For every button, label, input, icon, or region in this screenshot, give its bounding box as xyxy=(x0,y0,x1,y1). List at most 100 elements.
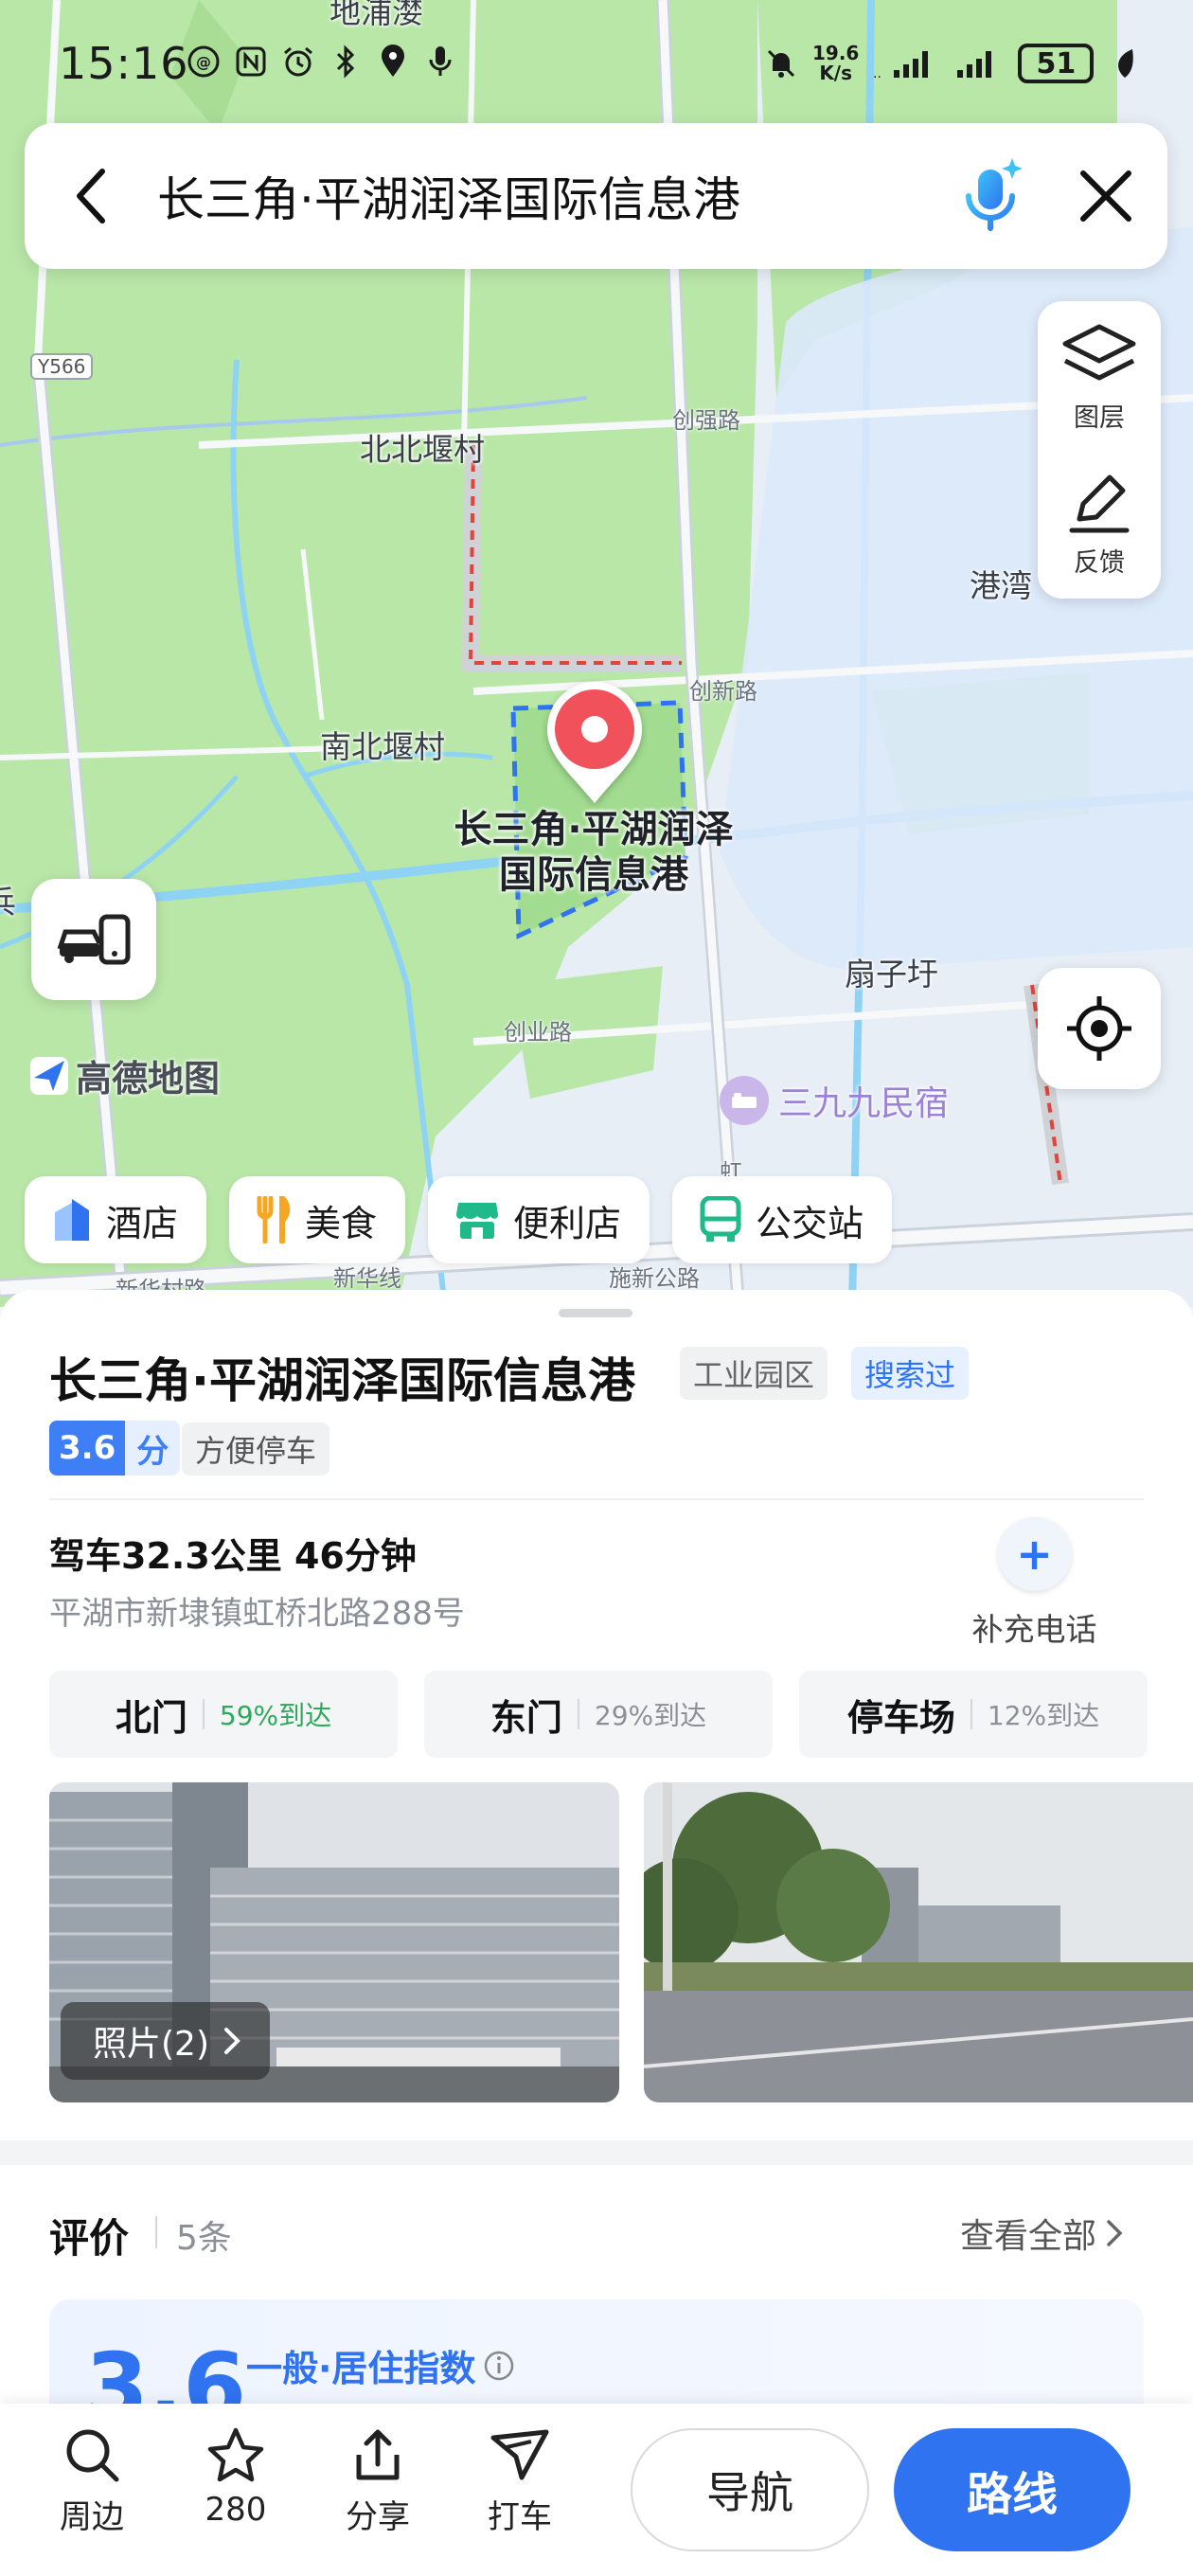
drive-info: 驾车32.3公里 46分钟 xyxy=(49,1535,417,1577)
status-time: 15:16 xyxy=(59,38,189,89)
chip-food-label: 美食 xyxy=(305,1202,378,1244)
mute-icon xyxy=(763,45,799,81)
star-icon xyxy=(207,2427,264,2482)
chip-food[interactable]: 美食 xyxy=(229,1176,406,1263)
svg-text:@: @ xyxy=(196,53,211,71)
place-detail-sheet[interactable]: 长三角·平湖润泽国际信息港 工业园区 搜索过 3.6 分 方便停车 驾车32.3… xyxy=(0,1290,1193,2140)
car-phone-icon xyxy=(57,914,131,965)
photo-count-label[interactable]: 照片(2) xyxy=(61,2002,270,2080)
feedback-label: 反馈 xyxy=(1074,547,1125,578)
road-label-chuangxin: 创新路 xyxy=(689,678,757,705)
amap-logo-text: 高德地图 xyxy=(76,1058,221,1100)
map-side-panel: 图层 反馈 xyxy=(1038,301,1161,599)
route-button[interactable]: 路线 xyxy=(894,2428,1131,2551)
amap-logo: 高德地图 xyxy=(28,1049,220,1101)
entrance-separator xyxy=(202,1699,205,1729)
entrance-arrival-rate: 59%到达 xyxy=(219,1700,332,1731)
entrance-name: 东门 xyxy=(490,1696,562,1739)
navigate-button[interactable]: 导航 xyxy=(631,2428,869,2551)
share-icon xyxy=(356,2429,400,2480)
review-level-text: 一般·居住指数 xyxy=(246,2348,476,2389)
place-address[interactable]: 平湖市新埭镇虹桥北路288号 xyxy=(49,1587,465,1634)
map-view[interactable]: Y566 创强路 创新路 创业路 虹桥北路 新华线 新华村路 施新公路 地浦漤 … xyxy=(0,0,1193,1307)
layers-icon xyxy=(1062,324,1136,380)
amap-logo-icon xyxy=(30,1056,68,1095)
poi-pin-marker[interactable] xyxy=(542,678,648,811)
close-button[interactable] xyxy=(1044,123,1167,269)
locate-me-button[interactable] xyxy=(1038,968,1161,1089)
poi-map-label: 长三角·平湖润泽 国际信息港 xyxy=(428,807,759,898)
homestay-label: 三九九民宿 xyxy=(778,1084,950,1123)
category-chips: 酒店 美食 便利店 公交站 xyxy=(25,1176,893,1263)
homestay-icon xyxy=(720,1076,769,1125)
road-label-y566: Y566 xyxy=(30,353,94,380)
entrance-list: 北门 59%到达 东门 29%到达 停车场 12%到达 xyxy=(49,1671,1148,1758)
photo-gallery[interactable]: 照片(2) xyxy=(49,1782,1193,2102)
entrance-east[interactable]: 东门 29%到达 xyxy=(424,1671,773,1758)
entrance-arrival-rate: 12%到达 xyxy=(987,1700,1100,1731)
plus-icon: + xyxy=(997,1517,1072,1591)
voice-search-button[interactable] xyxy=(940,123,1044,269)
signal-1-icon: .. xyxy=(872,45,938,81)
search-icon xyxy=(66,2429,119,2482)
favorite-button[interactable]: 280 xyxy=(184,2426,288,2529)
photo-count-text: 照片(2) xyxy=(93,2025,209,2064)
svg-text:..: .. xyxy=(873,66,881,80)
mic-status-icon xyxy=(422,44,458,80)
net-speed-unit: K/s xyxy=(819,62,853,84)
searched-tag: 搜索过 xyxy=(851,1347,970,1400)
place-title: 长三角·平湖润泽国际信息港 xyxy=(49,1353,635,1408)
favorite-count: 280 xyxy=(205,2491,267,2529)
rating-badge: 3.6 分 xyxy=(49,1421,181,1476)
nfc-icon xyxy=(233,44,269,80)
entrance-name: 北门 xyxy=(115,1696,187,1739)
fork-knife-icon xyxy=(257,1196,291,1243)
pencil-icon xyxy=(1069,474,1130,532)
microphone-icon xyxy=(966,158,1023,231)
photo-1[interactable]: 照片(2) xyxy=(49,1782,619,2102)
chip-hotel-label: 酒店 xyxy=(106,1202,179,1244)
map-label-north-village: 北北堰村 xyxy=(360,431,485,468)
view-all-reviews-link[interactable]: 查看全部 xyxy=(960,2209,1123,2258)
search-bar[interactable]: 长三角·平湖润泽国际信息港 xyxy=(25,123,1167,269)
taxi-label: 打车 xyxy=(488,2498,552,2536)
add-phone-button[interactable]: + 补充电话 xyxy=(956,1517,1113,1650)
chip-convenience-store[interactable]: 便利店 xyxy=(428,1176,650,1263)
entrance-separator xyxy=(577,1699,579,1729)
status-right-icons: 19.6 K/s .. 51 xyxy=(763,44,1143,83)
layers-button[interactable]: 图层 xyxy=(1038,307,1161,449)
nearby-button[interactable]: 周边 xyxy=(40,2426,144,2537)
layers-label: 图层 xyxy=(1074,402,1125,433)
back-button[interactable] xyxy=(25,123,157,269)
reviews-count: 5条 xyxy=(176,2219,232,2258)
homestay-poi[interactable]: 三九九民宿 xyxy=(720,1076,949,1125)
map-label-gangwan: 港湾 xyxy=(970,567,1032,604)
car-mode-button[interactable] xyxy=(31,879,156,1000)
hd-icon: @ xyxy=(186,44,222,80)
store-icon xyxy=(456,1203,499,1239)
share-button[interactable]: 分享 xyxy=(326,2426,430,2537)
photo-2[interactable] xyxy=(644,1782,1193,2102)
rating-unit: 分 xyxy=(125,1421,181,1476)
search-query-text[interactable]: 长三角·平湖润泽国际信息港 xyxy=(157,162,940,230)
parking-tag: 方便停车 xyxy=(182,1422,330,1476)
alarm-icon xyxy=(280,44,316,80)
entrance-parking[interactable]: 停车场 12%到达 xyxy=(799,1671,1148,1758)
sheet-drag-handle[interactable] xyxy=(559,1309,632,1317)
chip-hotel[interactable]: 酒店 xyxy=(25,1176,207,1263)
entrance-name: 停车场 xyxy=(846,1696,955,1739)
entrance-north[interactable]: 北门 59%到达 xyxy=(49,1671,398,1758)
share-label: 分享 xyxy=(346,2498,410,2536)
taxi-button[interactable]: 打车 xyxy=(468,2426,572,2537)
bluetooth-icon xyxy=(328,44,364,80)
chip-bus-stop[interactable]: 公交站 xyxy=(672,1176,893,1263)
status-bar: 15:16 @ 19.6 K/s .. 51 xyxy=(0,0,1193,123)
leaf-icon xyxy=(1107,45,1143,81)
net-speed-value: 19.6 xyxy=(812,42,860,64)
divider xyxy=(49,1498,1144,1500)
info-icon[interactable] xyxy=(483,2350,515,2382)
add-phone-label: 补充电话 xyxy=(971,1611,1097,1648)
crosshair-icon xyxy=(1067,996,1131,1061)
feedback-button[interactable]: 反馈 xyxy=(1038,453,1161,595)
chip-bus-label: 公交站 xyxy=(756,1202,864,1244)
